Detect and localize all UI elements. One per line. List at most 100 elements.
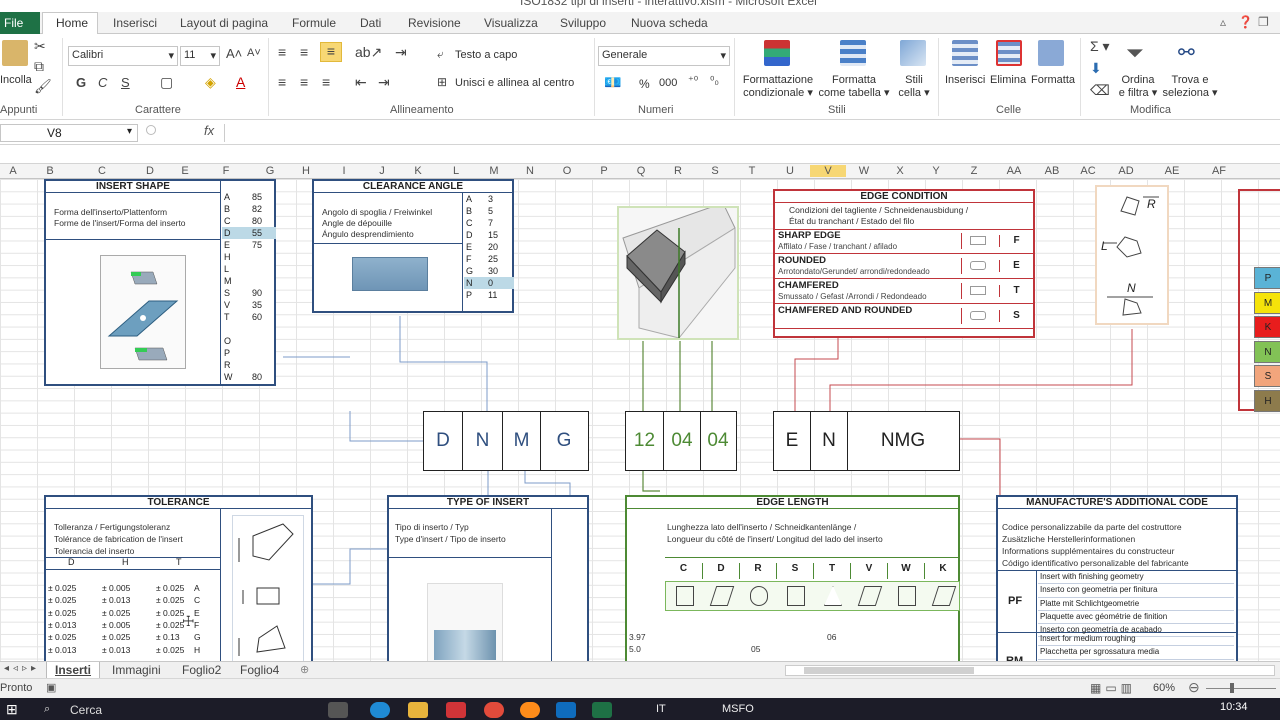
clear-icon[interactable]: ⌫ <box>1090 82 1110 99</box>
column-header[interactable]: AD <box>1106 165 1146 177</box>
edge-condition-row[interactable]: ROUNDED Arrotondato/Gerundet/ arrondi/red… <box>775 254 1033 279</box>
shape-code-row[interactable]: H <box>222 251 276 263</box>
decrease-decimal-icon[interactable]: ⁰₀ <box>710 74 719 87</box>
orientation-icon[interactable]: ab↗ <box>355 44 382 61</box>
chrome-icon[interactable] <box>484 702 504 718</box>
material-code-h[interactable]: H <box>1254 390 1280 412</box>
clearance-code-row[interactable]: C7 <box>464 217 514 229</box>
tab-file[interactable]: File <box>0 12 40 34</box>
column-header[interactable]: G <box>252 165 288 177</box>
delete-cells-button[interactable]: Elimina <box>990 74 1026 86</box>
paste-icon[interactable] <box>2 40 28 66</box>
horizontal-scrollbar[interactable] <box>785 665 1275 676</box>
column-header[interactable]: AB <box>1034 165 1070 177</box>
currency-icon[interactable]: 💶 <box>604 74 621 91</box>
align-right-icon[interactable]: ≡ <box>322 74 330 90</box>
edge-browser-icon[interactable] <box>370 702 390 718</box>
tab-revisione[interactable]: Revisione <box>408 16 461 30</box>
shape-code-row[interactable]: L <box>222 263 276 275</box>
taskbar-search[interactable]: Cerca <box>70 703 102 717</box>
grow-font-icon[interactable]: A˄ <box>226 46 242 61</box>
column-header[interactable]: B <box>26 165 74 177</box>
shape-code-row[interactable]: V 35 <box>222 299 276 311</box>
find-select-button[interactable]: Trova e seleziona ▾ <box>1162 74 1218 100</box>
column-header[interactable]: X <box>882 165 918 177</box>
clearance-code-row[interactable]: F 25 <box>464 253 514 265</box>
new-sheet-icon[interactable]: ⊕ <box>300 663 309 676</box>
shape-code-row[interactable] <box>222 323 276 335</box>
clearance-code-row[interactable]: B5 <box>464 205 514 217</box>
column-header[interactable]: K <box>400 165 436 177</box>
material-code-n[interactable]: N <box>1254 340 1280 363</box>
edge-condition-row[interactable]: CHAMFERED Smussato / Gefast /Arrondi / Re… <box>775 279 1033 304</box>
firefox-icon[interactable] <box>520 702 540 718</box>
clearance-code-row[interactable]: A3 <box>464 193 514 205</box>
tab-visualizza[interactable]: Visualizza <box>484 16 538 30</box>
iso-code-cell[interactable]: G <box>540 412 587 470</box>
align-bottom-icon[interactable]: ≡ <box>320 42 342 62</box>
column-header[interactable]: AC <box>1070 165 1106 177</box>
column-header[interactable]: O <box>548 165 586 177</box>
column-header[interactable]: F <box>200 165 252 177</box>
column-header[interactable]: H <box>288 165 324 177</box>
sheet-tab-foglio4[interactable]: Foglio4 <box>232 662 287 679</box>
material-code-m[interactable]: M <box>1254 291 1280 314</box>
indent-icon[interactable]: ⇥ <box>395 44 407 61</box>
file-explorer-icon[interactable] <box>408 702 428 718</box>
zoom-slider[interactable] <box>1206 688 1276 689</box>
column-header[interactable]: Z <box>954 165 994 177</box>
column-header[interactable]: A <box>0 165 26 177</box>
shape-code-row[interactable]: M <box>222 275 276 287</box>
italic-button[interactable]: C <box>98 75 107 90</box>
column-header[interactable]: C <box>74 165 130 177</box>
number-format-select[interactable]: Generale ▾ <box>598 46 730 66</box>
column-header[interactable]: R <box>660 165 696 177</box>
cell-styles-button[interactable]: Stili cella ▾ <box>896 74 932 100</box>
fill-icon[interactable]: ⬇ <box>1090 60 1102 77</box>
formula-input[interactable] <box>224 124 1280 142</box>
shape-code-row[interactable]: T 60 <box>222 311 276 323</box>
percent-button[interactable]: % <box>639 77 650 91</box>
align-top-icon[interactable]: ≡ <box>278 44 286 60</box>
conditional-format-icon[interactable] <box>764 40 790 66</box>
shape-code-row[interactable]: A 85 <box>222 191 276 203</box>
column-header[interactable]: J <box>364 165 400 177</box>
column-header[interactable]: AA <box>994 165 1034 177</box>
language-indicator[interactable]: IT <box>656 703 666 715</box>
zoom-out-icon[interactable]: ⊖ <box>1188 679 1200 696</box>
weather-widget[interactable]: MSFO <box>722 703 754 715</box>
edge-condition-row[interactable]: CHAMFERED AND ROUNDED S <box>775 304 1033 329</box>
restore-icon[interactable]: ❐ <box>1258 15 1269 29</box>
underline-button[interactable]: S <box>121 75 130 90</box>
material-code-k[interactable]: K <box>1254 316 1280 339</box>
column-header[interactable]: N <box>512 165 548 177</box>
align-left-icon[interactable]: ≡ <box>278 74 286 90</box>
sheet-nav-arrows-icon[interactable]: ◂◃▹▸ <box>4 663 40 674</box>
bold-button[interactable]: G <box>76 75 86 90</box>
cut-icon[interactable]: ✂ <box>34 38 46 55</box>
shape-code-row[interactable]: S 90 <box>222 287 276 299</box>
task-view-icon[interactable] <box>328 702 348 718</box>
autosum-icon[interactable]: Σ ▾ <box>1090 38 1110 55</box>
excel-taskbar-icon[interactable] <box>592 702 612 718</box>
conditional-format-button[interactable]: Formattazione condizionale ▾ <box>742 74 814 100</box>
delete-cells-icon[interactable] <box>996 40 1022 66</box>
iso-code-cell[interactable]: N <box>810 412 847 470</box>
font-name-select[interactable]: Calibri ▾ <box>68 46 178 66</box>
outlook-icon[interactable] <box>556 702 576 718</box>
border-icon[interactable]: ▢ <box>160 74 173 91</box>
material-code-p[interactable]: P <box>1254 267 1280 289</box>
font-size-select[interactable]: 11 ▾ <box>180 46 220 66</box>
tab-inserisci[interactable]: Inserisci <box>113 16 157 30</box>
clearance-code-row[interactable]: E 20 <box>464 241 514 253</box>
align-middle-icon[interactable]: ≡ <box>300 44 308 60</box>
column-header[interactable]: V <box>810 165 846 177</box>
iso-code-cell[interactable]: 12 <box>626 412 663 470</box>
shape-code-row[interactable]: P <box>222 347 276 359</box>
thousands-button[interactable]: 000 <box>659 77 677 89</box>
copy-icon[interactable]: ⧉ <box>34 58 44 75</box>
column-header[interactable]: D <box>130 165 170 177</box>
tab-formule[interactable]: Formule <box>292 16 336 30</box>
sheet-tab-inserti[interactable]: Inserti <box>46 662 101 679</box>
minimize-ribbon-icon[interactable]: ▵ <box>1220 15 1226 29</box>
